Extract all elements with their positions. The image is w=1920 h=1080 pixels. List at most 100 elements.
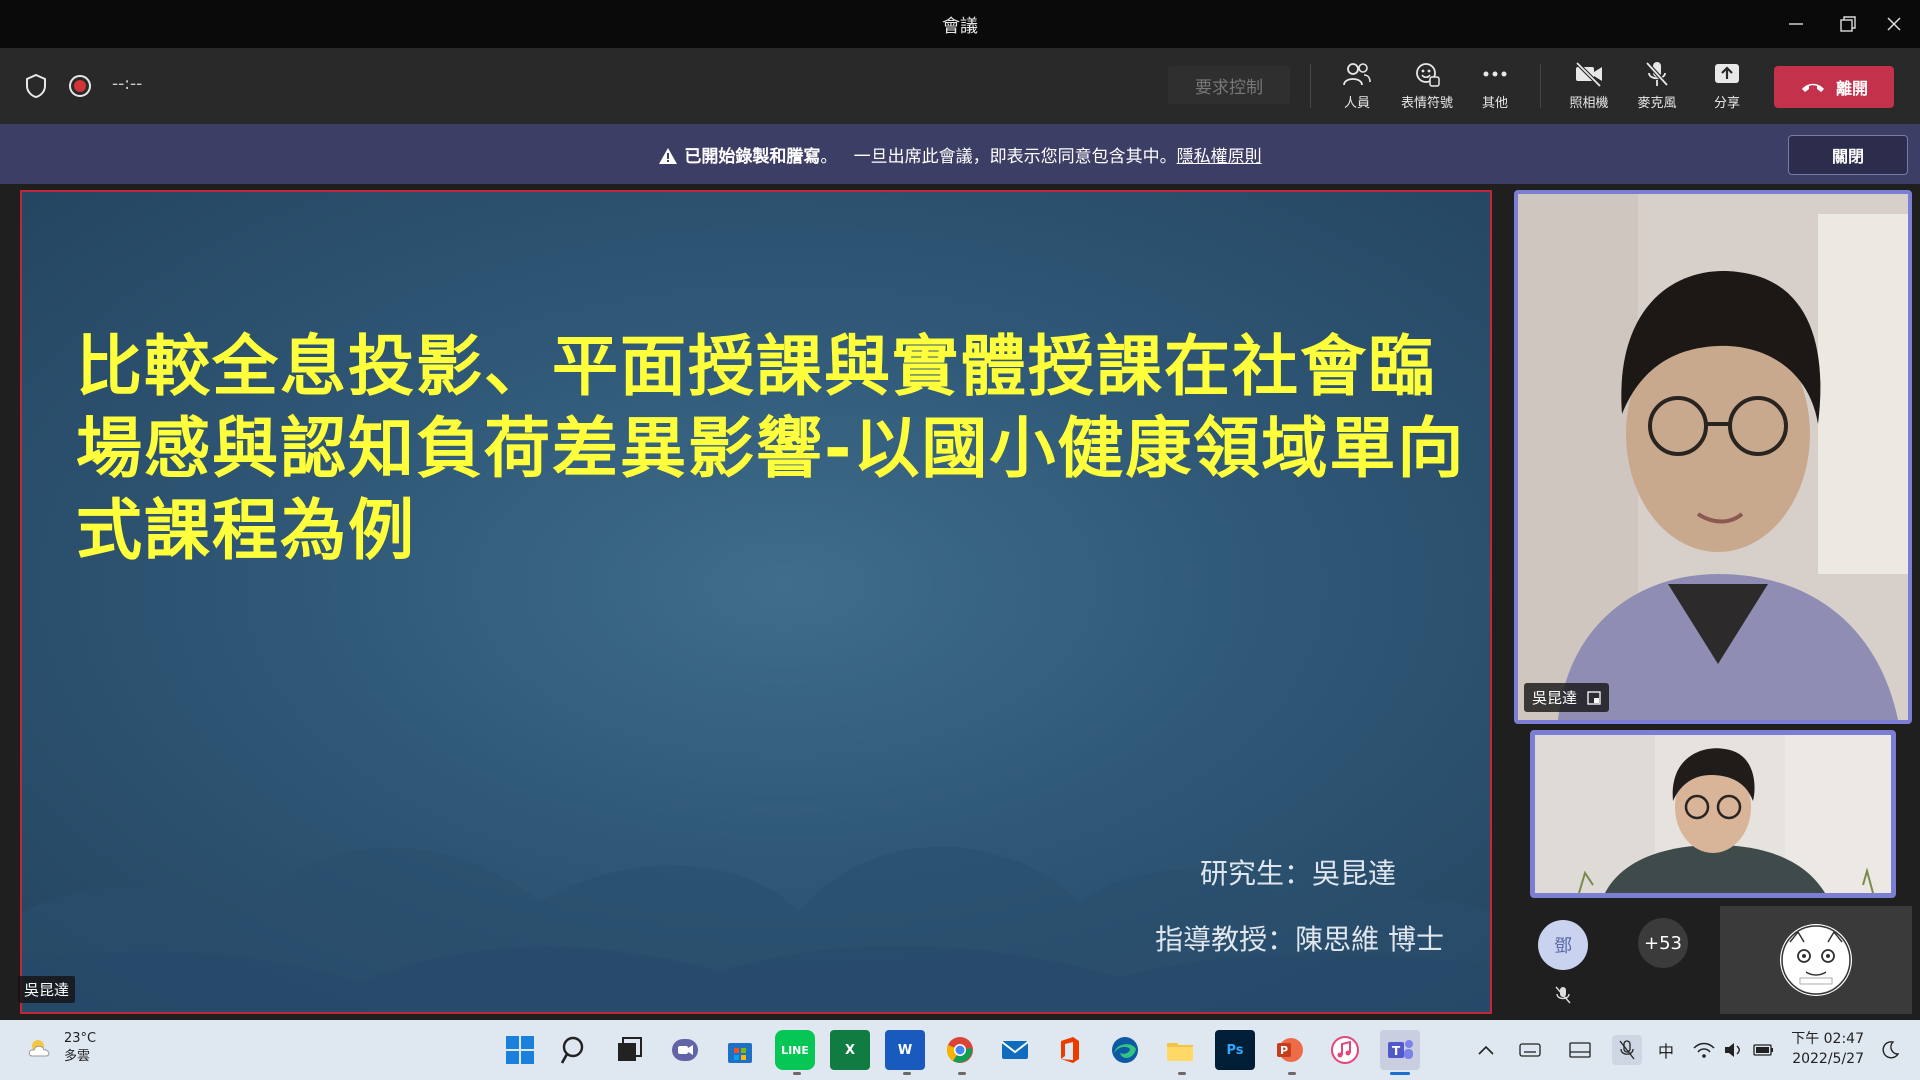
participant-overflow-row: 鄧 +53 bbox=[1514, 906, 1912, 1014]
window-titlebar: 會議 bbox=[0, 0, 1920, 48]
running-indicator bbox=[903, 1072, 911, 1075]
file-explorer-icon[interactable] bbox=[1160, 1030, 1200, 1070]
share-label: 分享 bbox=[1713, 96, 1740, 111]
weather-widget[interactable]: 23°C 多雲 bbox=[26, 1030, 96, 1066]
clock-time: 下午 02:47 bbox=[1791, 1031, 1864, 1047]
self-video-image bbox=[1535, 735, 1891, 893]
keyboard-icon[interactable] bbox=[1518, 1038, 1542, 1062]
chevron-up-icon[interactable] bbox=[1474, 1038, 1498, 1062]
line-app-icon[interactable]: LINE bbox=[775, 1030, 815, 1070]
window-title: 會議 bbox=[942, 16, 978, 37]
camera-button[interactable]: 照相機 bbox=[1554, 58, 1624, 118]
banner-close-button[interactable]: 關閉 bbox=[1788, 135, 1908, 175]
mic-off-icon bbox=[1644, 58, 1670, 90]
running-indicator bbox=[958, 1072, 966, 1075]
chrome-icon[interactable] bbox=[940, 1030, 980, 1070]
mic-muted-icon bbox=[1555, 986, 1571, 1004]
banner-text: 一旦出席此會議，即表示您同意包含其中。 bbox=[853, 147, 1177, 167]
meeting-toolbar: --:-- 要求控制 人員 表情符號 其他 照相機 麥克風 分享 離開 bbox=[0, 48, 1920, 124]
share-icon bbox=[1713, 58, 1741, 90]
wifi-icon[interactable] bbox=[1692, 1038, 1716, 1062]
weather-temp: 23°C bbox=[64, 1031, 97, 1046]
weather-desc: 多雲 bbox=[64, 1049, 91, 1064]
task-view-icon[interactable] bbox=[610, 1030, 650, 1070]
microsoft-store-icon[interactable] bbox=[720, 1030, 760, 1070]
search-icon[interactable] bbox=[555, 1030, 595, 1070]
tablet-icon[interactable] bbox=[1568, 1038, 1592, 1062]
share-button[interactable]: 分享 bbox=[1692, 58, 1762, 118]
participant-avatar[interactable]: 鄧 bbox=[1538, 920, 1588, 970]
windows-start-icon[interactable] bbox=[500, 1030, 540, 1070]
word-icon[interactable]: W bbox=[885, 1030, 925, 1070]
slide-title: 比較全息投影、平面授課與實體授課在社會臨場感與認知負荷差異影響-以國小健康領域單… bbox=[76, 328, 1466, 569]
more-icon bbox=[1482, 58, 1508, 90]
minimize-icon bbox=[1789, 23, 1803, 25]
presenter-name-tag: 吳昆達 bbox=[18, 976, 76, 1003]
active-app-indicator bbox=[1390, 1072, 1410, 1075]
excel-icon[interactable]: X bbox=[830, 1030, 870, 1070]
toolbar-divider bbox=[1310, 64, 1311, 108]
overflow-count: +53 bbox=[1644, 932, 1682, 954]
banner-message: 已開始錄製和謄寫。 一旦出席此會議，即表示您同意包含其中。隱私權原則 bbox=[0, 142, 1920, 167]
recording-banner: 已開始錄製和謄寫。 一旦出席此會議，即表示您同意包含其中。隱私權原則 關閉 bbox=[0, 124, 1920, 184]
shield-icon[interactable] bbox=[22, 72, 50, 100]
do-not-disturb-moon-icon[interactable] bbox=[1878, 1038, 1902, 1062]
meeting-stage: 比較全息投影、平面授課與實體授課在社會臨場感與認知負荷差異影響-以國小健康領域單… bbox=[0, 184, 1920, 1020]
toolbar-divider bbox=[1540, 64, 1541, 108]
teams-chat-icon[interactable] bbox=[665, 1030, 705, 1070]
system-clock[interactable]: 下午 02:47 2022/5/27 bbox=[1790, 1029, 1864, 1069]
privacy-link[interactable]: 隱私權原則 bbox=[1177, 147, 1262, 167]
leave-label: 離開 bbox=[1835, 79, 1868, 98]
hang-up-icon bbox=[1801, 83, 1824, 92]
svg-text:P: P bbox=[1280, 1044, 1288, 1057]
svg-text:T: T bbox=[1392, 1044, 1401, 1058]
reactions-button[interactable]: 表情符號 bbox=[1392, 58, 1462, 118]
photoshop-icon[interactable]: Ps bbox=[1215, 1030, 1255, 1070]
shared-slide: 比較全息投影、平面授課與實體授課在社會臨場感與認知負荷差異影響-以國小健康領域單… bbox=[20, 190, 1492, 1014]
people-label: 人員 bbox=[1343, 96, 1370, 111]
participant-picture-tile[interactable] bbox=[1720, 906, 1912, 1014]
more-options-button[interactable]: 其他 bbox=[1460, 58, 1530, 118]
meeting-timer: --:-- bbox=[112, 74, 143, 94]
teams-icon[interactable]: T bbox=[1380, 1030, 1420, 1070]
ime-indicator[interactable]: 中 bbox=[1654, 1038, 1678, 1062]
clock-date: 2022/5/27 bbox=[1792, 1051, 1864, 1067]
speaker-icon[interactable] bbox=[1722, 1038, 1746, 1062]
mic-label: 麥克風 bbox=[1637, 96, 1677, 111]
mic-button[interactable]: 麥克風 bbox=[1622, 58, 1692, 118]
battery-icon[interactable] bbox=[1752, 1038, 1776, 1062]
people-button[interactable]: 人員 bbox=[1322, 58, 1392, 118]
edge-icon[interactable] bbox=[1105, 1030, 1145, 1070]
recording-icon bbox=[66, 72, 94, 100]
restore-button[interactable] bbox=[1822, 0, 1874, 48]
pinned-icon bbox=[1587, 690, 1601, 705]
cloudy-weather-icon bbox=[28, 1040, 50, 1057]
reactions-icon bbox=[1413, 58, 1441, 90]
running-indicator bbox=[793, 1072, 801, 1075]
camera-label: 照相機 bbox=[1569, 96, 1609, 111]
close-window-button[interactable] bbox=[1868, 0, 1920, 48]
mic-muted-tray-icon[interactable] bbox=[1612, 1035, 1642, 1065]
participant-video-main[interactable]: 吳昆達 bbox=[1514, 190, 1912, 724]
more-label: 其他 bbox=[1481, 96, 1508, 111]
powerpoint-icon[interactable]: P bbox=[1270, 1030, 1310, 1070]
warning-icon bbox=[659, 148, 678, 164]
camera-off-icon bbox=[1574, 58, 1604, 90]
running-indicator bbox=[1178, 1072, 1186, 1075]
close-icon bbox=[1887, 17, 1901, 31]
office-icon[interactable] bbox=[1050, 1030, 1090, 1070]
participant-video-self[interactable] bbox=[1530, 730, 1896, 898]
banner-title: 已開始錄製和謄寫 bbox=[684, 147, 821, 167]
mail-icon[interactable] bbox=[995, 1030, 1035, 1070]
more-participants-button[interactable]: +53 bbox=[1638, 918, 1688, 968]
minimize-button[interactable] bbox=[1770, 0, 1822, 48]
banner-separator: 。 bbox=[820, 147, 838, 167]
people-icon bbox=[1343, 58, 1371, 90]
avatar-initial: 鄧 bbox=[1554, 936, 1572, 957]
running-indicator bbox=[1288, 1072, 1296, 1075]
slide-advisor: 指導教授：陳思維 博士 bbox=[1155, 923, 1444, 956]
request-control-button[interactable]: 要求控制 bbox=[1168, 66, 1290, 104]
participant-name-tag: 吳昆達 bbox=[1524, 683, 1610, 712]
itunes-icon[interactable] bbox=[1325, 1030, 1365, 1070]
leave-button[interactable]: 離開 bbox=[1774, 66, 1894, 108]
